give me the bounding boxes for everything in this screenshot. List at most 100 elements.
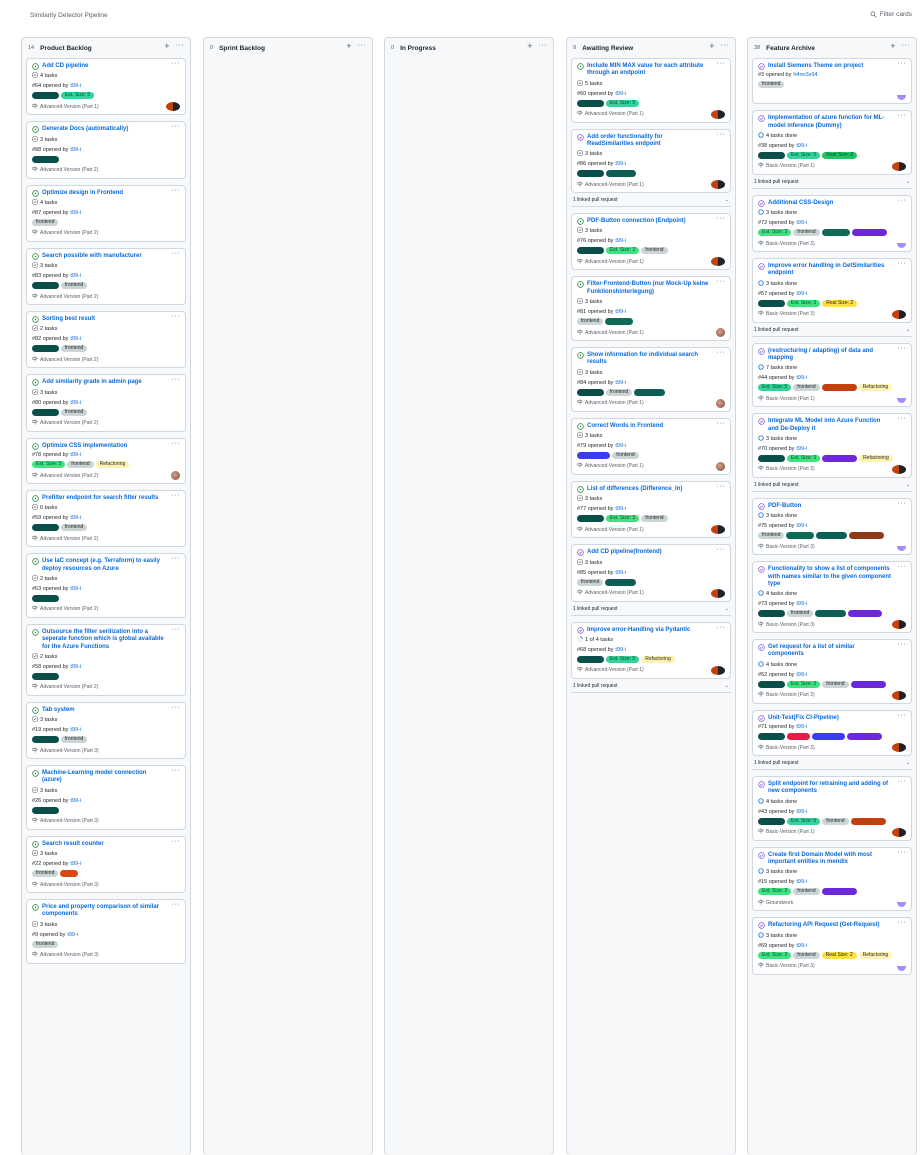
- issue-card[interactable]: ··· PDF-Button 3 tasks done #75 opened by t9…: [752, 497, 912, 556]
- issue-title-link[interactable]: Filter-Frontend-Button (nur Mock-Up kein…: [587, 281, 711, 296]
- card-menu-icon[interactable]: ···: [898, 415, 907, 422]
- card-menu-icon[interactable]: ···: [717, 349, 726, 356]
- label-chip[interactable]: Mock-Up: [821, 229, 850, 237]
- card-menu-icon[interactable]: ···: [172, 313, 181, 320]
- issue-card[interactable]: ··· Outsource the filter serilization int…: [26, 623, 186, 696]
- label-chip[interactable]: Est. Size: 5: [605, 99, 640, 107]
- label-chip[interactable]: backend: [577, 170, 604, 178]
- avatar[interactable]: [711, 588, 725, 598]
- label-chip[interactable]: Est. Size: 5: [758, 384, 792, 392]
- column-menu-icon[interactable]: ···: [721, 41, 730, 51]
- issue-card[interactable]: ··· Include MIN MAX value for each attrib…: [571, 58, 731, 123]
- issue-author-link[interactable]: t99-i: [70, 400, 81, 407]
- milestone[interactable]: Advanced-Version (Part 1): [577, 525, 725, 534]
- label-chip[interactable]: backend: [32, 155, 59, 163]
- card-menu-icon[interactable]: ···: [898, 112, 907, 119]
- milestone[interactable]: Advanced-Version (Part 1): [577, 180, 725, 189]
- add-item-icon[interactable]: +: [164, 41, 169, 51]
- linked-pull-request-toggle[interactable]: 1 linked pull request ⌄: [571, 603, 731, 616]
- milestone[interactable]: Advanced Version (Part 2): [32, 166, 180, 175]
- label-chip[interactable]: frontend: [32, 940, 59, 948]
- column-menu-icon[interactable]: ···: [539, 41, 548, 51]
- label-chip[interactable]: Real Size: 2: [821, 951, 857, 959]
- label-chip[interactable]: frontend: [60, 408, 88, 416]
- card-menu-icon[interactable]: ···: [898, 345, 907, 352]
- issue-title-link[interactable]: Prefilter endpoint for search filter res…: [42, 495, 158, 502]
- issue-card[interactable]: ··· Integrate ML Model into Azure Functio…: [752, 413, 912, 478]
- issue-title-link[interactable]: Outsource the filter serilization into a…: [42, 629, 166, 651]
- issue-author-link[interactable]: t99-i: [615, 647, 626, 654]
- label-chip[interactable]: frontend: [32, 218, 59, 226]
- label-chip[interactable]: Refactoring: [95, 461, 130, 469]
- card-menu-icon[interactable]: ···: [172, 838, 181, 845]
- milestone[interactable]: Advanced-Version (Part 3): [32, 746, 180, 755]
- label-chip[interactable]: frontend: [605, 388, 633, 396]
- card-menu-icon[interactable]: ···: [172, 60, 181, 67]
- issue-author-link[interactable]: t99-i: [70, 586, 81, 593]
- card-menu-icon[interactable]: ···: [172, 492, 181, 499]
- avatar[interactable]: [171, 471, 180, 481]
- label-chip[interactable]: backend: [32, 594, 59, 602]
- issue-title-link[interactable]: Optimize design in Frontend: [42, 190, 123, 197]
- label-chip[interactable]: frontend: [822, 680, 849, 688]
- issue-title-link[interactable]: Search result counter: [42, 841, 104, 848]
- label-chip[interactable]: frontend: [786, 610, 814, 618]
- avatar[interactable]: [892, 690, 906, 700]
- label-chip[interactable]: Est. Size: 5: [60, 92, 95, 100]
- label-chip[interactable]: Refactoring: [859, 454, 893, 462]
- label-chip[interactable]: frontend: [32, 870, 59, 878]
- issue-title-link[interactable]: PDF-Button connection (Endpoint): [587, 218, 686, 225]
- card-menu-icon[interactable]: ···: [898, 712, 907, 719]
- issue-card[interactable]: ··· Additional CSS-Design 3 tasks done #72 …: [752, 194, 912, 253]
- milestone[interactable]: Advanced-Version (Part 1): [577, 666, 725, 675]
- label-chip[interactable]: Est. Size: 3: [758, 229, 792, 237]
- label-chip[interactable]: backend: [32, 282, 59, 290]
- card-menu-icon[interactable]: ···: [717, 624, 726, 631]
- milestone[interactable]: Advanced Version (Part 2): [32, 534, 180, 543]
- milestone[interactable]: Basic-Version (Part 3): [758, 620, 906, 629]
- label-chip[interactable]: frontend: [577, 578, 604, 586]
- issue-author-link[interactable]: t99-i: [70, 664, 81, 671]
- add-item-icon[interactable]: +: [346, 41, 351, 51]
- issue-author-link[interactable]: t99-i: [796, 220, 807, 227]
- milestone[interactable]: Advanced-Version (Part 1): [577, 399, 725, 408]
- add-item-icon[interactable]: +: [709, 41, 714, 51]
- label-chip[interactable]: Real Size: 2: [822, 299, 858, 307]
- issue-title-link[interactable]: List of differences (Difference_In): [587, 486, 682, 493]
- label-chip[interactable]: Refactoring: [858, 951, 893, 959]
- card-menu-icon[interactable]: ···: [172, 187, 181, 194]
- label-chip[interactable]: Real Size: 5: [850, 817, 886, 825]
- milestone[interactable]: Advanced-Version (Part 1): [577, 257, 725, 266]
- issue-card[interactable]: ··· Optimize CSS Implementation #78 opened…: [26, 437, 186, 485]
- label-chip[interactable]: backend: [32, 806, 59, 814]
- card-menu-icon[interactable]: ···: [898, 641, 907, 648]
- issue-author-link[interactable]: t99-i: [796, 879, 807, 886]
- issue-card[interactable]: ··· Create first Domain Model with most i…: [752, 846, 912, 912]
- issue-card[interactable]: ··· Use IaC concept (e.g. Terraform) to e…: [26, 553, 186, 618]
- issue-author-link[interactable]: t99-i: [615, 91, 626, 98]
- label-chip[interactable]: backend: [758, 454, 785, 462]
- issue-title-link[interactable]: Correct Words in Frontend: [587, 423, 663, 430]
- card-menu-icon[interactable]: ···: [898, 778, 907, 785]
- column-menu-icon[interactable]: ···: [176, 41, 185, 51]
- card-menu-icon[interactable]: ···: [172, 123, 181, 130]
- card-menu-icon[interactable]: ···: [898, 500, 907, 507]
- milestone[interactable]: Advanced-Version (Part 1): [577, 110, 725, 119]
- milestone[interactable]: Advanced-Version (Part 3): [32, 951, 180, 960]
- issue-title-link[interactable]: Install Siemens Theme on project: [768, 63, 863, 70]
- avatar[interactable]: [716, 461, 725, 471]
- label-chip[interactable]: Real Size: 3: [851, 229, 887, 237]
- label-chip[interactable]: Real Size: 3: [822, 454, 858, 462]
- label-chip[interactable]: frontend: [793, 951, 820, 959]
- label-chip[interactable]: backend: [758, 299, 785, 307]
- label-chip[interactable]: Real Size: 3: [846, 733, 882, 741]
- card-menu-icon[interactable]: ···: [898, 563, 907, 570]
- label-chip[interactable]: Est. Size: 3: [786, 454, 821, 462]
- issue-card[interactable]: ··· Tab system 3 tasks #19 opened by t99-i ba…: [26, 701, 186, 760]
- issue-card[interactable]: ··· Add order functionality for ReadSimil…: [571, 128, 731, 194]
- issue-card[interactable]: ··· Improve error handling in GetSimilari…: [752, 258, 912, 323]
- issue-title-link[interactable]: Optimize CSS Implementation: [42, 443, 127, 450]
- issue-title-link[interactable]: Add order functionality for ReadSimilari…: [587, 134, 711, 149]
- issue-author-link[interactable]: t99-i: [70, 515, 81, 522]
- issue-card[interactable]: ··· Generate Docs (automatically) 3 tasks #…: [26, 121, 186, 179]
